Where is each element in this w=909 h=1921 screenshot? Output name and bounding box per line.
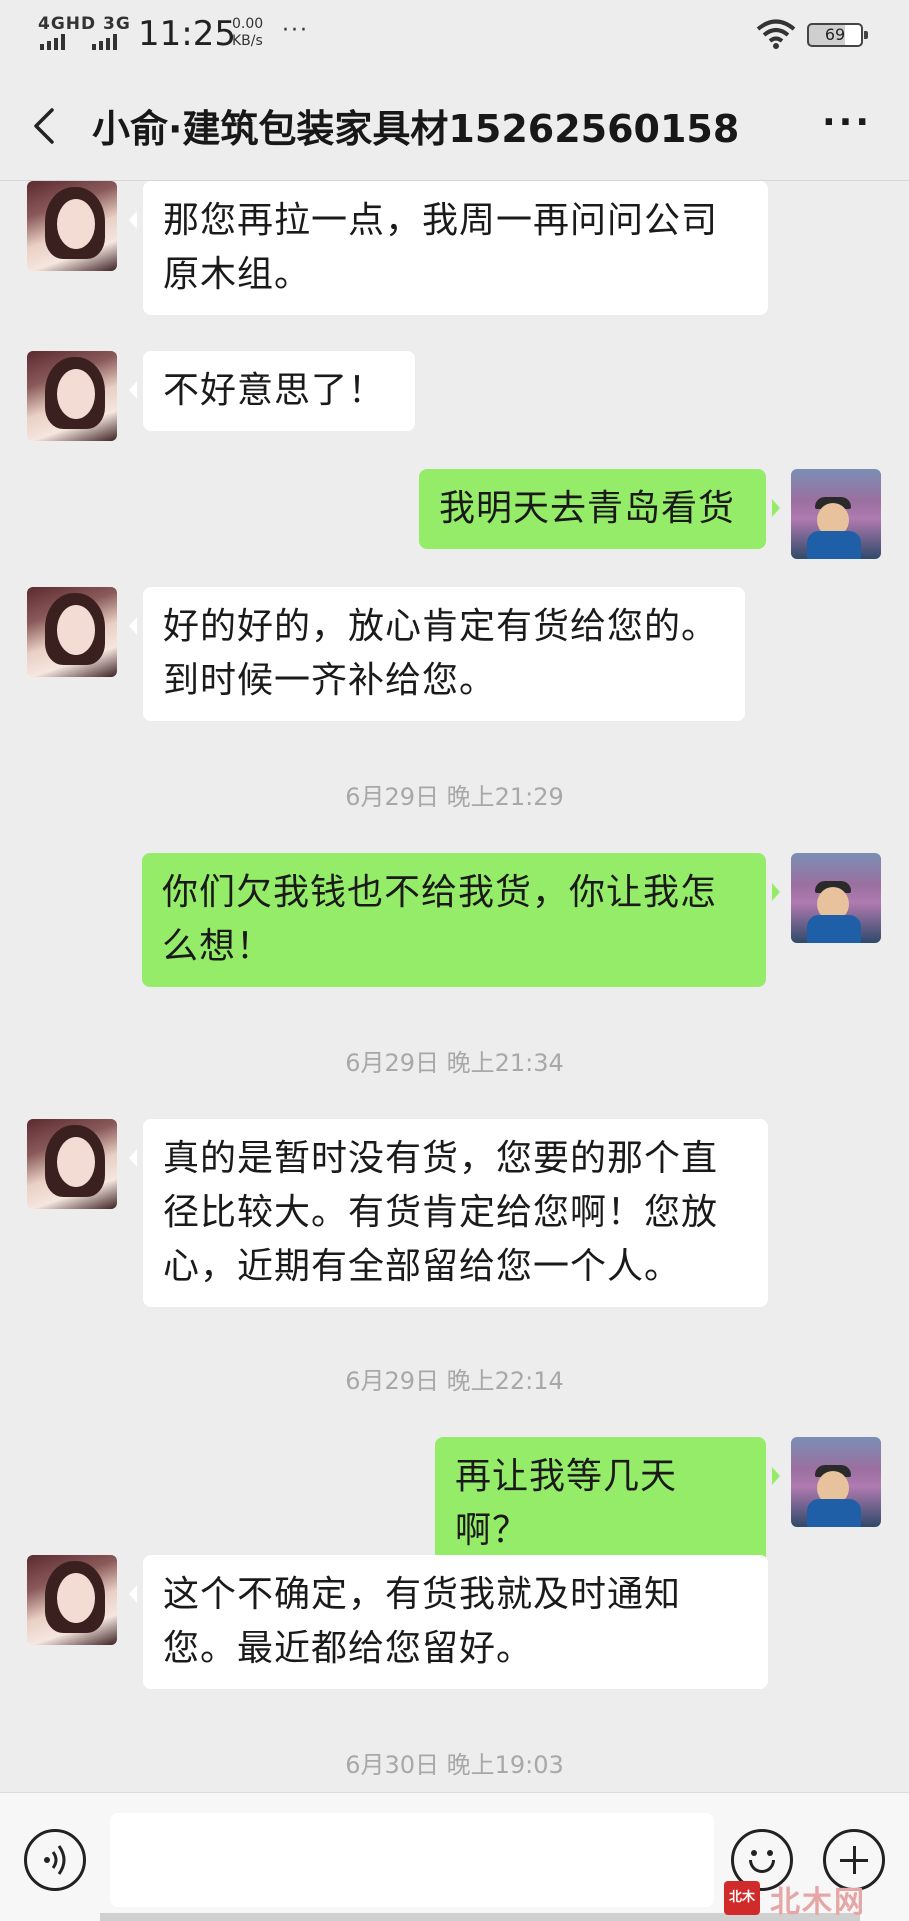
message-bubble[interactable]: 不好意思了！: [129, 351, 415, 431]
message-list[interactable]: 那您再拉一点，我周一再问问公司原木组。 不好意思了！ 我明天去青岛看货 好的好的…: [0, 181, 909, 1791]
battery-icon: 69: [807, 23, 868, 47]
message-bubble[interactable]: 你们欠我钱也不给我货，你让我怎么想！: [142, 853, 780, 987]
message-bubble[interactable]: 再让我等几天啊？: [435, 1437, 780, 1571]
wifi-icon: [756, 19, 796, 49]
contact-avatar[interactable]: [27, 1555, 117, 1645]
speed-value: 0.00: [232, 16, 264, 32]
self-avatar[interactable]: [791, 853, 881, 943]
voice-icon[interactable]: [24, 1829, 86, 1891]
clock: 11:25: [138, 14, 236, 54]
contact-avatar[interactable]: [27, 351, 117, 441]
input-bar: 北木 北木网: [0, 1792, 909, 1921]
message-bubble[interactable]: 这个不确定，有货我就及时通知您。最近都给您留好。: [129, 1555, 768, 1689]
back-icon[interactable]: [26, 106, 66, 146]
contact-avatar[interactable]: [27, 1119, 117, 1209]
watermark-text: 北木网: [770, 1885, 866, 1920]
network-speed: 0.00 KB/s: [232, 16, 263, 50]
network-indicator: 4GHD 3G: [38, 14, 131, 34]
watermark-logo: 北木: [724, 1881, 760, 1915]
speed-unit: KB/s: [232, 33, 263, 49]
message-bubble[interactable]: 好的好的，放心肯定有货给您的。到时候一齐补给您。: [129, 587, 745, 721]
timestamp: 6月29日 晚上22:14: [345, 1367, 564, 1395]
contact-avatar[interactable]: [27, 181, 117, 271]
timestamp: 6月29日 晚上21:34: [345, 1049, 564, 1077]
message-bubble[interactable]: 真的是暂时没有货，您要的那个直径比较大。有货肯定给您啊！您放心，近期有全部留给您…: [129, 1119, 768, 1307]
signal-icon: [40, 34, 117, 50]
self-avatar[interactable]: [791, 469, 881, 559]
timestamp: 6月29日 晚上21:29: [345, 783, 564, 811]
chat-header: 小俞·建筑包装家具材15262560158 ···: [0, 72, 909, 181]
timestamp: 6月30日 晚上19:03: [345, 1751, 564, 1779]
self-avatar[interactable]: [791, 1437, 881, 1527]
message-bubble[interactable]: 那您再拉一点，我周一再问问公司原木组。: [129, 181, 768, 315]
message-input[interactable]: [110, 1813, 714, 1907]
notification-more: ···: [282, 18, 309, 43]
message-bubble[interactable]: 我明天去青岛看货: [419, 469, 780, 549]
more-icon[interactable]: ···: [822, 102, 872, 143]
watermark: 北木 北木网: [724, 1877, 902, 1920]
contact-avatar[interactable]: [27, 587, 117, 677]
status-bar: 4GHD 3G 11:25 0.00 KB/s ··· 69: [0, 0, 909, 72]
chat-title: 小俞·建筑包装家具材15262560158: [92, 107, 740, 151]
